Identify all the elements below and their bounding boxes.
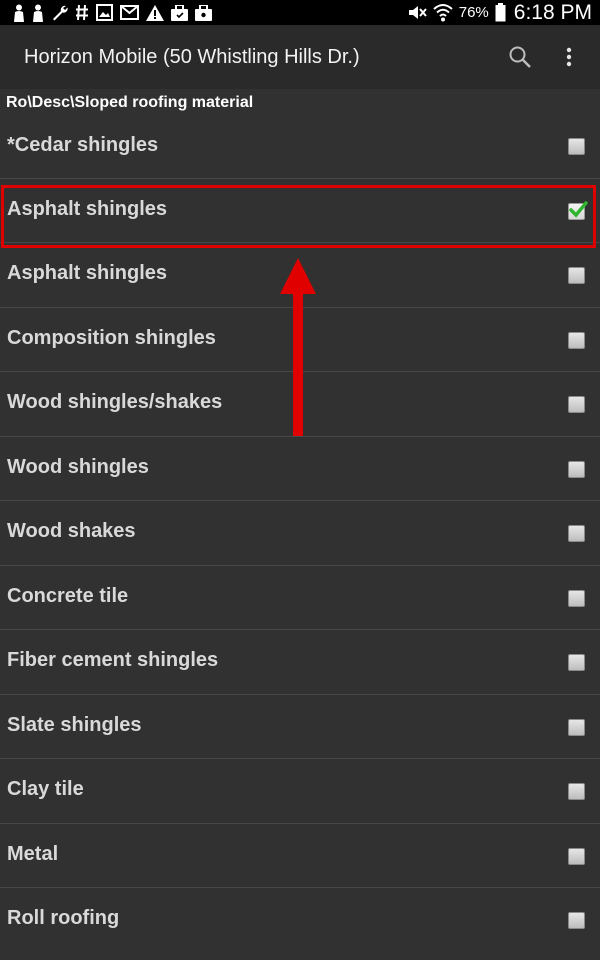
list-item-label: *Cedar shingles xyxy=(7,134,159,156)
list-item[interactable]: Asphalt shingles xyxy=(0,243,600,308)
list-item[interactable]: Metal xyxy=(0,824,600,888)
notification-icons xyxy=(0,4,212,22)
list-item-label: Fiber cement shingles xyxy=(7,649,219,671)
checkbox[interactable] xyxy=(568,331,585,349)
checkbox[interactable] xyxy=(568,138,585,155)
battery-percent: 76% xyxy=(458,4,489,21)
list-item-label: Clay tile xyxy=(7,778,84,800)
list-item[interactable]: Clay tile xyxy=(0,759,600,824)
checkbox[interactable] xyxy=(568,654,585,671)
mute-icon xyxy=(408,6,427,19)
list-item[interactable]: Slate shingles xyxy=(0,695,600,759)
status-bar: 76% 6:18 PM xyxy=(0,0,600,25)
person-icon xyxy=(14,4,24,22)
wrench-icon xyxy=(53,5,68,21)
list-item[interactable]: *Cedar shingles xyxy=(0,114,600,179)
list-item[interactable]: Roll roofing xyxy=(0,888,600,953)
option-list: *Cedar shingles Asphalt shingles Asphalt s… xyxy=(0,114,600,953)
list-item[interactable]: Concrete tile xyxy=(0,566,600,630)
list-item[interactable]: Wood shingles/shakes xyxy=(0,372,600,437)
list-item-label: Asphalt shingles xyxy=(7,197,168,220)
list-item-label: Concrete tile xyxy=(7,584,129,607)
system-status: 76% 6:18 PM xyxy=(407,1,600,25)
wifi-icon xyxy=(433,4,453,22)
list-item-label: Wood shakes xyxy=(7,520,136,542)
list-item-label: Wood shingles xyxy=(7,455,149,478)
checkbox[interactable] xyxy=(568,847,585,865)
search-icon xyxy=(509,46,531,68)
list-item-label: Metal xyxy=(7,842,59,865)
breadcrumb: Ro\Desc\Sloped roofing material xyxy=(6,94,254,111)
action-bar: Horizon Mobile (50 Whistling Hills Dr.) xyxy=(0,25,600,89)
list-item[interactable]: Asphalt shingles xyxy=(0,179,600,243)
warning-icon xyxy=(146,4,164,21)
hash-icon xyxy=(76,4,88,21)
checkbox[interactable] xyxy=(568,783,585,800)
briefcase-icon xyxy=(171,4,188,21)
checkbox[interactable] xyxy=(568,718,585,736)
list-item-label: Asphalt shingles xyxy=(7,262,168,284)
list-item[interactable]: Composition shingles xyxy=(0,308,600,372)
gmail-icon xyxy=(120,5,139,20)
clock: 6:18 PM xyxy=(513,0,592,24)
checkbox[interactable] xyxy=(568,460,585,478)
list-item[interactable]: Wood shingles xyxy=(0,437,600,501)
checkbox[interactable] xyxy=(568,912,585,929)
checkbox[interactable] xyxy=(568,525,585,542)
search-button[interactable] xyxy=(503,40,537,74)
battery-icon xyxy=(495,3,506,22)
image-icon xyxy=(96,4,113,21)
checkmark-icon xyxy=(569,200,588,218)
person-icon xyxy=(33,4,43,22)
list-item-label: Composition shingles xyxy=(7,326,216,349)
list-item-label: Wood shingles/shakes xyxy=(7,391,223,413)
list-item[interactable]: Wood shakes xyxy=(0,501,600,566)
checkbox[interactable] xyxy=(568,267,585,284)
list-item-label: Slate shingles xyxy=(7,713,142,736)
overflow-menu-button[interactable] xyxy=(559,40,579,74)
briefcase-icon xyxy=(195,4,212,21)
overflow-menu-icon xyxy=(566,47,572,67)
app-title: Horizon Mobile (50 Whistling Hills Dr.) xyxy=(24,45,360,68)
checkbox[interactable] xyxy=(568,396,585,413)
checkbox[interactable] xyxy=(568,589,585,607)
checkbox-checked[interactable] xyxy=(568,200,588,220)
list-item[interactable]: Fiber cement shingles xyxy=(0,630,600,695)
list-item-label: Roll roofing xyxy=(7,907,120,929)
